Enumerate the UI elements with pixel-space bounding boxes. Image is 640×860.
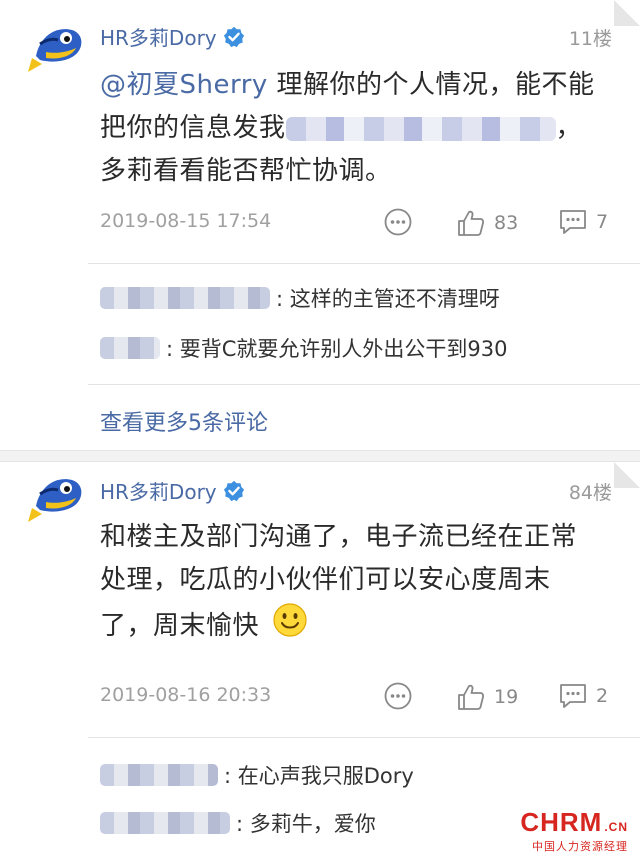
reply-item[interactable]: : 要背C就要允许别人外出公干到930 <box>100 333 508 363</box>
verified-badge-icon <box>223 26 244 47</box>
reply-item[interactable]: : 多莉牛，爱你 <box>100 808 376 838</box>
comment-button[interactable]: 7 <box>558 208 608 236</box>
reply-text: : 多莉牛，爱你 <box>236 812 376 836</box>
post-meta: 2019-08-16 20:33 19 2 <box>100 682 620 714</box>
divider <box>88 263 640 264</box>
comment-icon <box>560 684 586 708</box>
thumbs-up-icon <box>458 210 485 236</box>
reply-user[interactable] <box>100 337 160 359</box>
author-label[interactable]: HR多莉Dory <box>100 476 217 505</box>
redacted-contact <box>285 116 556 141</box>
more-options-icon <box>384 208 412 236</box>
dory-avatar-icon[interactable] <box>26 466 86 526</box>
more-options-button[interactable] <box>384 208 412 236</box>
author-name[interactable]: HR多莉Dory <box>100 22 245 51</box>
post-body: 和楼主及部门沟通了，电子流已经在正常 处理，吃瓜的小伙伴们可以安心度周末 了，周… <box>100 516 620 648</box>
corner-fold <box>614 0 640 26</box>
post-date: 2019-08-16 20:33 <box>100 684 272 706</box>
author-name[interactable]: HR多莉Dory <box>100 476 245 505</box>
comment-count: 2 <box>596 685 609 707</box>
post-body-line-1: 和楼主及部门沟通了，电子流已经在正常 <box>100 522 578 552</box>
dory-avatar-icon[interactable] <box>26 16 86 76</box>
divider <box>88 384 640 385</box>
post-date: 2019-08-15 17:54 <box>100 210 272 232</box>
post-floor-11: HR多莉Dory 11楼 @初夏Sherry 理解你的个人情况，能不能 把你的信… <box>0 0 640 450</box>
reply-text: : 要背C就要允许别人外出公干到930 <box>166 337 508 361</box>
reply-item[interactable]: : 这样的主管还不清理呀 <box>100 283 500 313</box>
floor-number: 11楼 <box>568 28 612 50</box>
thumbs-up-icon <box>458 684 485 710</box>
like-count: 83 <box>494 212 519 234</box>
post-body-line-3: 多莉看看能否帮忙协调。 <box>100 156 392 186</box>
more-options-icon <box>384 682 412 710</box>
more-replies-link[interactable]: 查看更多5条评论 <box>100 405 268 437</box>
post-body-line-1: @初夏Sherry 理解你的个人情况，能不能 <box>100 70 595 100</box>
comment-button[interactable]: 2 <box>558 682 608 710</box>
reply-user[interactable] <box>100 287 270 309</box>
reply-item[interactable]: : 在心声我只服Dory <box>100 760 414 790</box>
post-floor-84: HR多莉Dory 84楼 和楼主及部门沟通了，电子流已经在正常 处理，吃瓜的小伙… <box>0 462 640 860</box>
author-label[interactable]: HR多莉Dory <box>100 22 217 51</box>
comment-count: 7 <box>596 211 609 233</box>
post-body-line-2: 处理，吃瓜的小伙伴们可以安心度周末 <box>100 565 551 595</box>
post-body-line-3: 了，周末愉快 <box>100 602 620 648</box>
smiley-emoji-icon <box>273 603 307 637</box>
reply-user[interactable] <box>100 764 218 786</box>
like-button[interactable]: 19 <box>456 682 518 712</box>
post-meta: 2019-08-15 17:54 83 7 <box>100 208 620 240</box>
post-body-line-2: 把你的信息发我， <box>100 113 583 143</box>
reply-text: : 在心声我只服Dory <box>224 764 414 788</box>
like-button[interactable]: 83 <box>456 208 518 238</box>
verified-badge-icon <box>223 480 244 501</box>
like-count: 19 <box>494 686 519 708</box>
comment-icon <box>560 210 586 234</box>
mention-link[interactable]: @初夏Sherry <box>100 70 268 100</box>
reply-text: : 这样的主管还不清理呀 <box>276 287 500 311</box>
corner-fold <box>614 462 640 488</box>
floor-number: 84楼 <box>568 482 612 504</box>
more-options-button[interactable] <box>384 682 412 710</box>
chrm-watermark-logo: CHRM .CN 中国人力资源经理 <box>520 807 628 853</box>
divider <box>88 737 640 738</box>
post-body: @初夏Sherry 理解你的个人情况，能不能 把你的信息发我， 多莉看看能否帮忙… <box>100 64 620 193</box>
section-separator <box>0 450 640 462</box>
reply-user[interactable] <box>100 812 230 834</box>
